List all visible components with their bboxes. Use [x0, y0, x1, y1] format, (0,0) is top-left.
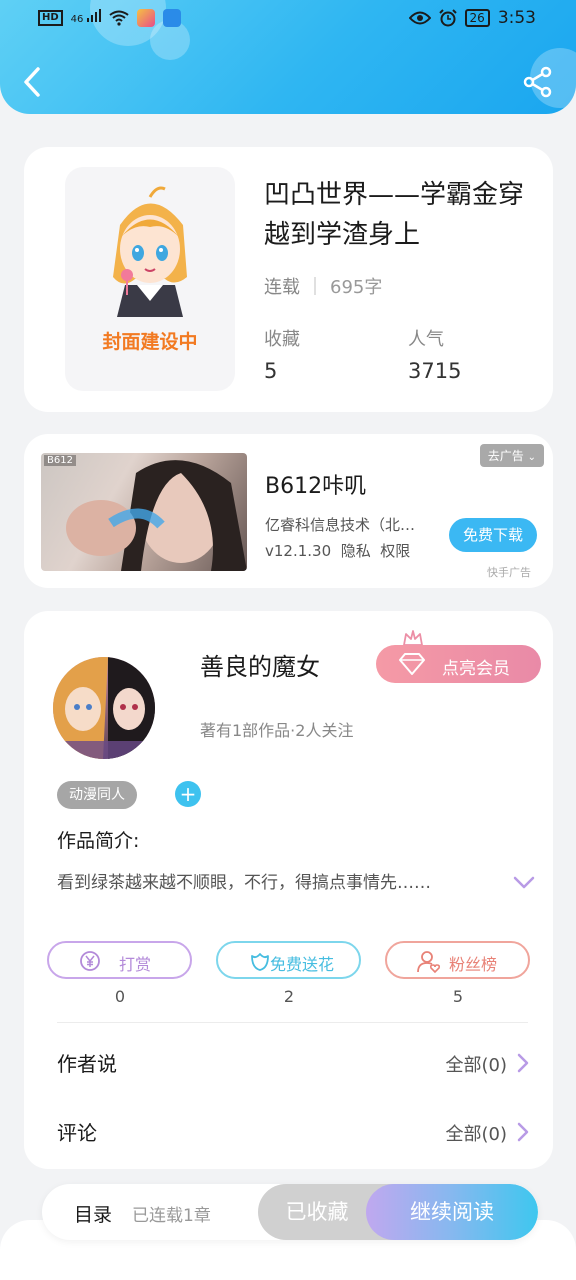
reward-label: 打赏	[119, 955, 152, 974]
chevron-down-icon[interactable]	[513, 876, 535, 890]
ad-thumbnail[interactable]: B612	[41, 453, 247, 571]
app-notification-icon	[136, 9, 155, 27]
collected-label: 已收藏	[285, 1200, 349, 1224]
favorites-label: 收藏	[264, 329, 300, 350]
ad-company: 亿睿科信息技术（北…	[265, 516, 416, 534]
diamond-icon	[399, 653, 425, 675]
header-bar: HD 46 26 3:53	[0, 0, 576, 114]
chevron-down-icon: ⌄	[527, 452, 536, 463]
search-app-icon	[162, 9, 181, 27]
send-flower-button[interactable]: 免费送花	[216, 941, 361, 979]
wifi-icon	[108, 10, 129, 26]
chevron-right-icon	[517, 1122, 529, 1142]
remove-ad-button[interactable]: 去广告 ⌄	[479, 444, 544, 467]
bottom-action-bar: 目录 已连载1章 已收藏 继续阅读	[42, 1184, 538, 1240]
toc-button[interactable]: 目录	[74, 1200, 112, 1227]
popularity-value: 3715	[408, 359, 462, 383]
ad-download-button[interactable]: 免费下载	[449, 518, 537, 552]
chevron-left-icon	[24, 67, 40, 97]
book-cover[interactable]: 封面建设中	[65, 167, 235, 391]
ad-permissions-link[interactable]: 权限	[380, 542, 410, 560]
back-button[interactable]	[18, 64, 48, 100]
signal-icon: 46	[71, 8, 101, 28]
book-info-card: 封面建设中 凹凸世界——学霸金穿越到学渣身上 连载 695字 收藏 5 人气 3…	[24, 147, 553, 412]
word-count: 695字	[330, 277, 383, 298]
category-tag[interactable]: 动漫同人	[57, 781, 137, 809]
favorites-value: 5	[264, 359, 278, 383]
popularity-label: 人气	[408, 329, 444, 350]
author-name: 善良的魔女	[200, 653, 320, 681]
yen-coin-icon	[80, 951, 100, 971]
flower-count: 2	[283, 987, 295, 1006]
continue-reading-button[interactable]: 继续阅读	[366, 1184, 538, 1240]
ad-thumbnail-image	[66, 460, 247, 571]
ad-version-line: v12.1.30 隐私 权限	[265, 540, 410, 561]
reward-count: 0	[114, 987, 126, 1006]
fans-ranking-button[interactable]: 粉丝榜	[385, 941, 530, 979]
author-says-count: 全部(0)	[445, 1055, 508, 1076]
comments-count: 全部(0)	[445, 1124, 508, 1145]
ad-source: 快手广告	[487, 566, 531, 579]
status-bar: HD 46 26 3:53	[0, 8, 576, 32]
network-type: HD	[38, 10, 63, 26]
fans-icon	[417, 951, 441, 974]
battery-icon: 26	[464, 9, 490, 27]
share-icon	[523, 66, 552, 98]
intro-label: 作品简介:	[57, 830, 140, 852]
reward-button[interactable]: 打赏	[47, 941, 192, 979]
author-says-label: 作者说	[57, 1052, 117, 1076]
send-flower-label: 免费送花	[270, 955, 335, 974]
ad-title: B612咔叽	[265, 474, 367, 499]
book-title: 凹凸世界——学霸金穿越到学渣身上	[264, 180, 525, 250]
intro-text: 看到绿茶越来越不顺眼，不行，得搞点事情先……	[57, 873, 431, 893]
chapter-count: 已连载1章	[132, 1206, 211, 1226]
ad-thumb-tag: B612	[44, 455, 76, 466]
author-stats: 著有1部作品·2人关注	[200, 721, 354, 740]
comments-label: 评论	[57, 1121, 97, 1145]
vip-button[interactable]: 点亮会员	[376, 645, 541, 683]
avatar-image	[53, 657, 155, 759]
cover-mascot-icon	[113, 186, 187, 317]
share-button[interactable]	[522, 66, 554, 98]
book-meta: 连载 695字	[264, 273, 382, 299]
meta-divider	[314, 277, 316, 295]
author-card: 善良的魔女 点亮会员 著有1部作品·2人关注 动漫同人 + 作品简介: 看到绿茶…	[24, 611, 553, 1169]
vip-label: 点亮会员	[442, 659, 510, 679]
divider	[57, 1022, 528, 1023]
ad-version: v12.1.30	[265, 542, 332, 560]
book-status: 连载	[264, 277, 300, 298]
ad-privacy-link[interactable]: 隐私	[341, 542, 371, 560]
avatar[interactable]	[53, 657, 155, 759]
fans-count: 5	[452, 987, 464, 1006]
clock: 3:53	[497, 8, 536, 28]
add-tag-button[interactable]: +	[175, 781, 201, 807]
eye-icon	[408, 11, 431, 25]
remove-ad-label: 去广告	[487, 449, 524, 463]
flower-icon	[251, 953, 269, 971]
ad-card[interactable]: B612 去广告 ⌄ B612咔叽 亿睿科信息技术（北… v12.1.30 隐私…	[24, 434, 553, 588]
cover-caption: 封面建设中	[102, 331, 198, 353]
fans-ranking-label: 粉丝榜	[449, 955, 498, 974]
alarm-icon	[438, 9, 457, 27]
chevron-right-icon	[517, 1053, 529, 1073]
